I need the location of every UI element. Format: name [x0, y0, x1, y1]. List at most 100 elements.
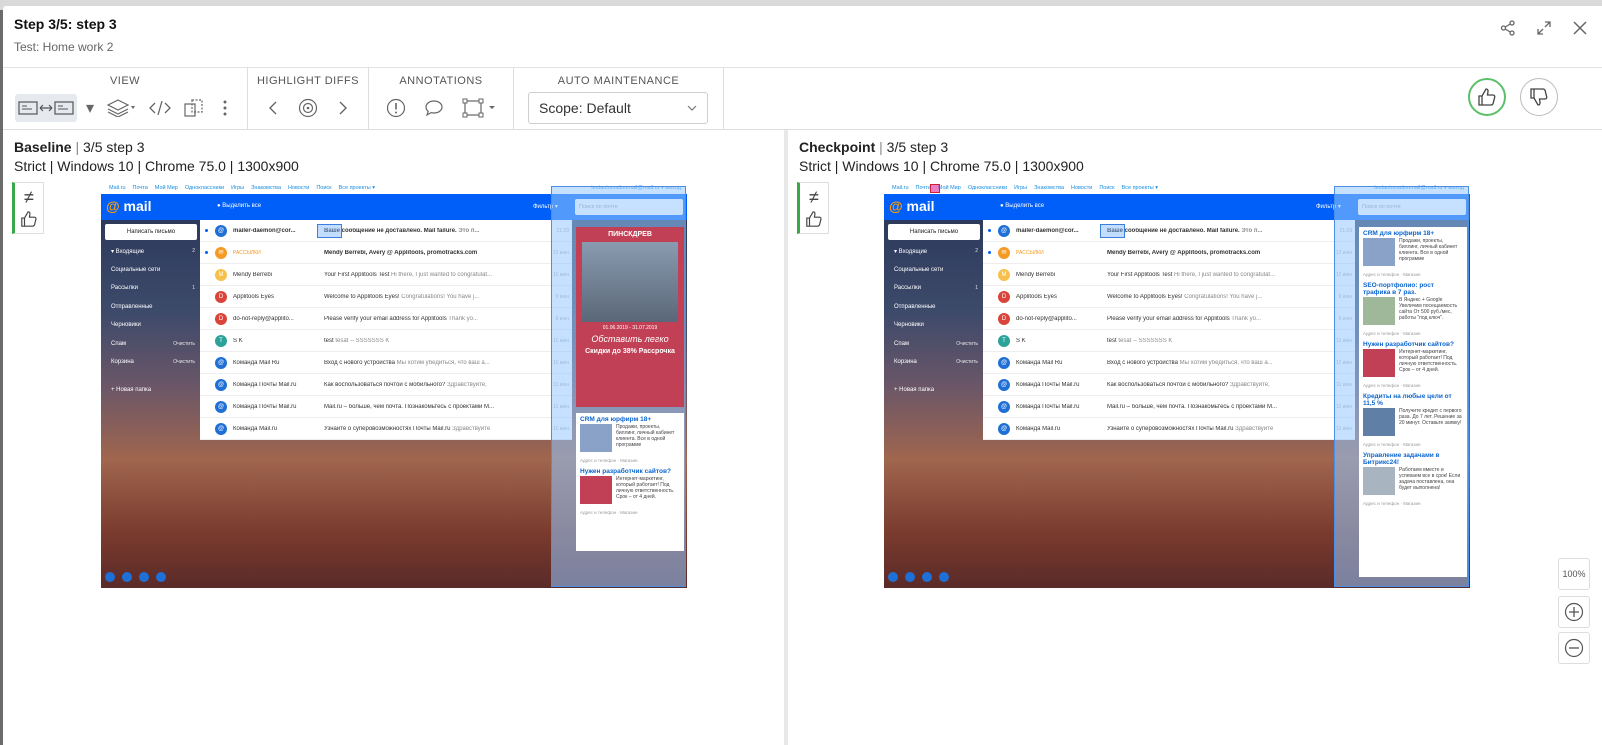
not-equal-icon: ≠: [809, 187, 819, 207]
thumbs-down-reject-button[interactable]: [1520, 78, 1558, 116]
side-by-side-view-icon[interactable]: [15, 94, 77, 122]
mail-top-link: Все проекты ▾: [338, 185, 375, 191]
zoom-in-button[interactable]: [1558, 596, 1590, 628]
mail-preview: tesat -- SSSSSSS K: [1116, 337, 1173, 344]
baseline-title: Baseline | 3/5 step 3: [14, 139, 145, 155]
zoom-100-button[interactable]: 100%: [1558, 558, 1590, 590]
mail-subject: Ваше сообщение не доставлено. Mail failu…: [1107, 227, 1263, 234]
dock-app-icon: [939, 572, 949, 582]
modal-header: Step 3/5: step 3 Test: Home work 2: [3, 6, 1602, 68]
mail-from: Mendy Berrebi: [233, 271, 273, 278]
ad-footer: Адрес и телефон · Магазин: [1363, 383, 1421, 388]
highlight-diffs-target-icon[interactable]: [296, 94, 320, 122]
ad-text: Получите кредит с первого раза. До 7 лет…: [1359, 408, 1467, 440]
expand-icon[interactable]: [1534, 18, 1554, 38]
ad-image: [1363, 408, 1395, 436]
chevron-down-icon: [687, 105, 697, 111]
dock-app-icon: [122, 572, 132, 582]
annotations-label: ANNOTATIONS: [399, 75, 483, 87]
baseline-status-tab[interactable]: ≠: [12, 182, 44, 234]
ad-promo-banner: ПИНСКДРЕВ 01.06.2019 - 31.07.2019 Обставит…: [576, 227, 684, 407]
view-group: VIEW ▾: [3, 68, 248, 130]
mail-row: Ddo-not-reply@applito... Please verify yo…: [983, 308, 1355, 330]
ad-image: [580, 476, 612, 504]
checkpoint-label: Checkpoint: [799, 139, 876, 155]
view-label: VIEW: [109, 75, 141, 87]
mail-from: Команда Почты Mail.ru: [233, 403, 297, 410]
layers-icon[interactable]: [103, 94, 139, 122]
mail-folder-count: Очистить: [956, 340, 978, 347]
mail-top-link: Поиск: [1099, 185, 1115, 191]
ad-footer: Адрес и телефон · Магазин: [580, 510, 638, 515]
mail-folder: Корзина Очистить: [111, 359, 195, 365]
compare-regions-icon[interactable]: [181, 94, 207, 122]
mail-from: РАССЫЛКИ: [233, 249, 261, 256]
mail-avatar: @: [998, 378, 1010, 391]
mail-folder-count: 1: [192, 285, 195, 291]
previous-diff-chevron-left-icon[interactable]: [261, 94, 285, 122]
share-icon[interactable]: [1498, 18, 1518, 38]
baseline-screenshot[interactable]: Mail.ru Почта Мой Мир Одноклассники Игры Знак…: [101, 182, 687, 588]
mail-subject: Mendy Berrebi, Avery @ Applitools, promo…: [1107, 249, 1261, 256]
mail-top-link: Одноклассники: [967, 185, 1008, 191]
mail-avatar: @: [215, 356, 227, 369]
view-mode-chevron-down-icon[interactable]: ▾: [85, 94, 95, 122]
mail-avatar: M: [215, 268, 227, 281]
ad-image: [1363, 467, 1395, 495]
mail-folder: Черновики: [894, 322, 924, 328]
mail-avatar: M: [998, 268, 1010, 281]
ad-title: Кредиты на любые цели от 11,5 %: [1363, 393, 1452, 407]
more-options-icon[interactable]: [215, 94, 235, 122]
mail-subject: Mail.ru – больше, чем почта. Познакомьте…: [1107, 403, 1277, 410]
ad-text-block: CRM для юрфирм 18+ Продажи, проекты, билл…: [576, 413, 684, 551]
close-icon[interactable]: [1570, 18, 1590, 38]
mail-folder: Рассылки 1: [894, 285, 978, 291]
mail-subject: test tesat -- SSSSSSS K: [1107, 337, 1173, 344]
ad-image: [580, 424, 612, 452]
mail-preview: Это п...: [456, 227, 480, 234]
mail-logo: @ mail: [889, 198, 935, 214]
ad-footer: Адрес и телефон · Магазин: [1363, 331, 1421, 336]
mail-compose-button: Написать письмо: [105, 224, 197, 240]
code-icon[interactable]: [147, 94, 173, 122]
mail-avatar: @: [998, 422, 1010, 435]
mail-subject: test tesat -- SSSSSSS K: [324, 337, 390, 344]
mail-preview: Мы хотим убедиться, что ваш а...: [395, 359, 490, 366]
diff-region-ads: ПИНСКДРЕВ 01.06.2019 - 31.07.2019 Обставит…: [551, 186, 686, 587]
ad-promo-dates: 01.06.2019 - 31.07.2019: [602, 325, 658, 331]
baseline-meta: Strict | Windows 10 | Chrome 75.0 | 1300…: [14, 158, 299, 174]
mail-from: Команда Mail.ru: [1016, 425, 1061, 432]
mail-folder: Спам Очистить: [111, 340, 195, 347]
mail-folder: Черновики: [111, 322, 141, 328]
mail-folder: ▾ Входящие 2: [111, 248, 195, 255]
mail-folder-count: 2: [975, 248, 978, 254]
ad-text: Работаем вместе и успеваем все в срок! Е…: [1359, 467, 1467, 499]
mail-avatar: @: [998, 400, 1010, 413]
mail-avatar: @: [215, 224, 227, 237]
mail-top-link: Новости: [1071, 185, 1093, 191]
mail-top-link: Одноклассники: [184, 185, 225, 191]
baseline-step: 3/5 step 3: [83, 139, 145, 155]
remark-comment-icon[interactable]: [421, 94, 447, 122]
mail-preview: Здравствуйте,: [445, 381, 487, 388]
next-diff-chevron-right-icon[interactable]: [331, 94, 355, 122]
scope-select[interactable]: Scope: Default: [528, 92, 708, 124]
mail-folder-count: 1: [975, 285, 978, 291]
region-select-icon[interactable]: [459, 94, 499, 122]
thumbs-up-accept-button[interactable]: [1468, 78, 1506, 116]
mail-subject: Welcome to Applitools Eyes! Congratulati…: [324, 293, 480, 300]
dock-app-icon: [905, 572, 915, 582]
mail-preview: Congratulations! You have j...: [399, 293, 480, 300]
checkpoint-title: Checkpoint | 3/5 step 3: [799, 139, 949, 155]
mail-avatar: D: [998, 312, 1010, 325]
mail-preview: Thank yo...: [446, 315, 478, 322]
checkpoint-screenshot[interactable]: Mail.ru Почта Мой Мир Одноклассники Игры Знак…: [884, 182, 1470, 588]
issue-alert-icon[interactable]: [383, 94, 409, 122]
checkpoint-status-tab[interactable]: ≠: [797, 182, 829, 234]
mail-logo-at: @: [889, 198, 903, 214]
mail-top-link: Mail.ru: [892, 185, 909, 191]
mail-avatar: ✉: [998, 246, 1010, 259]
mail-row: ✉ РАССЫЛКИ Mendy Berrebi, Avery @ Applitoo…: [983, 242, 1355, 264]
mail-row: @ Команда Почты Mail.ru Как воспользоватьс…: [983, 374, 1355, 396]
zoom-out-button[interactable]: [1558, 632, 1590, 664]
